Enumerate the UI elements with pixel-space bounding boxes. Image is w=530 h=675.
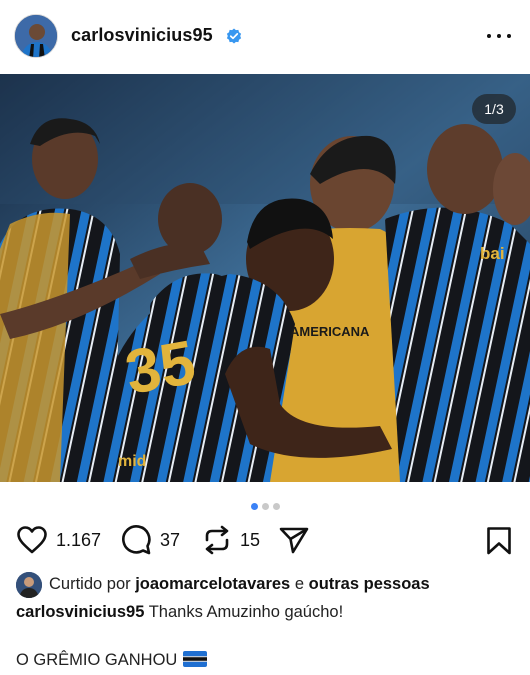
caption-username[interactable]: carlosvinicius95 <box>16 603 144 621</box>
svg-text:bai: bai <box>480 244 505 263</box>
more-options-icon[interactable] <box>484 24 514 48</box>
carousel-dot-1[interactable] <box>250 503 258 510</box>
profile-avatar[interactable] <box>14 14 58 58</box>
liked-by-row: Curtido por joaomarcelotavares e outras … <box>16 572 526 598</box>
comment-action: 37 <box>120 520 180 560</box>
liked-by-user[interactable]: joaomarcelotavares <box>135 575 290 593</box>
caption-line-2: O GRÊMIO GANHOU <box>16 651 208 670</box>
liked-by-others[interactable]: outras pessoas <box>309 575 430 593</box>
like-action: 1.167 <box>16 520 101 560</box>
repost-action: 15 <box>202 520 260 560</box>
repost-icon[interactable] <box>202 524 232 556</box>
post-image[interactable]: 35 AMERICANA bai mid <box>0 74 530 482</box>
comment-icon[interactable] <box>120 524 152 556</box>
caption-text: Thanks Amuzinho gaúcho! <box>148 603 344 621</box>
svg-text:mid: mid <box>118 453 146 470</box>
liked-by-text: Curtido por joaomarcelotavares e outras … <box>49 575 430 594</box>
svg-text:35: 35 <box>120 328 200 408</box>
likes-count[interactable]: 1.167 <box>56 530 101 551</box>
liked-by-connector: e <box>294 575 305 593</box>
post-caption: carlosvinicius95 Thanks Amuzinho gaúcho! <box>16 603 343 622</box>
bookmark-icon[interactable] <box>486 526 512 556</box>
heart-icon[interactable] <box>16 525 48 555</box>
liked-by-avatar[interactable] <box>16 572 42 598</box>
post-username[interactable]: carlosvinicius95 <box>71 25 213 46</box>
reposts-count[interactable]: 15 <box>240 530 260 551</box>
share-action <box>278 520 310 560</box>
flag-emoji-icon <box>183 651 208 667</box>
caption-line-2-text: O GRÊMIO GANHOU <box>16 651 178 669</box>
svg-text:AMERICANA: AMERICANA <box>290 324 370 339</box>
liked-by-prefix: Curtido por <box>49 575 131 593</box>
comments-count[interactable]: 37 <box>160 530 180 551</box>
image-counter: 1/3 <box>472 94 516 124</box>
send-icon[interactable] <box>278 525 310 555</box>
post-actions: 1.167 37 15 <box>0 520 530 560</box>
carousel-dot-3[interactable] <box>272 503 280 510</box>
carousel-dot-2[interactable] <box>261 503 269 510</box>
post-header: carlosvinicius95 <box>0 0 530 74</box>
verified-badge-icon <box>226 28 242 44</box>
carousel-indicator <box>0 497 530 510</box>
